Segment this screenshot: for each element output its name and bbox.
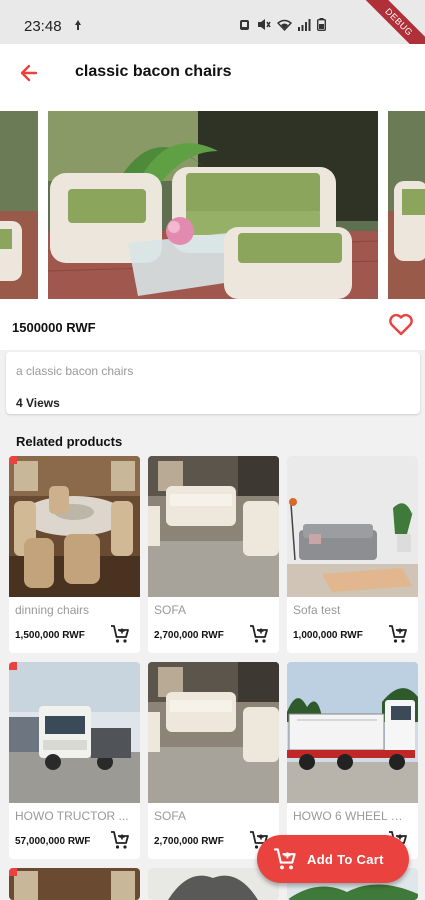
product-card-price: 1,000,000 RWF (293, 630, 363, 641)
status-bar: 23:48 (0, 0, 425, 44)
status-icons (238, 18, 326, 31)
product-card[interactable]: HOWO TRUCTOR ... 57,000,000 RWF (9, 662, 140, 859)
product-card[interactable] (148, 868, 279, 900)
product-card-price: 57,000,000 RWF (15, 836, 91, 847)
description-card: a classic bacon chairs 4 Views (6, 352, 420, 414)
product-card-price: 2,700,000 RWF (154, 836, 224, 847)
product-image (287, 456, 418, 597)
product-image (148, 456, 279, 597)
product-card[interactable]: Sofa test 1,000,000 RWF (287, 456, 418, 653)
product-image (9, 662, 140, 803)
product-card[interactable]: SOFA 2,700,000 RWF (148, 456, 279, 653)
product-card-price: 1,500,000 RWF (15, 630, 85, 641)
alarm-icon (240, 20, 249, 30)
product-name: HOWO TRUCTOR ... (15, 809, 129, 823)
product-name: HOWO 6 WHEEL 5 ... (293, 809, 408, 823)
product-image (287, 662, 418, 803)
add-to-cart-icon[interactable] (110, 624, 130, 644)
product-name: SOFA (154, 603, 187, 617)
product-card-price: 2,700,000 RWF (154, 630, 224, 641)
product-card[interactable] (9, 868, 140, 900)
heart-icon[interactable] (386, 309, 416, 339)
page-title: classic bacon chairs (75, 63, 232, 80)
product-image (9, 868, 140, 900)
add-to-cart-label: Add To Cart (307, 852, 384, 867)
product-description: a classic bacon chairs (16, 364, 134, 378)
signal-icon (298, 18, 311, 31)
status-time: 23:48 (24, 18, 62, 35)
add-to-cart-button[interactable]: Add To Cart (257, 835, 409, 883)
price-row: 1500000 RWF (0, 304, 425, 350)
product-card[interactable]: SOFA 2,700,000 RWF (148, 662, 279, 859)
back-arrow-icon[interactable] (14, 58, 44, 88)
add-to-cart-icon[interactable] (388, 624, 408, 644)
wifi-icon (277, 19, 292, 31)
carousel-image-next[interactable] (388, 111, 425, 299)
product-image-carousel[interactable] (0, 102, 425, 304)
app-bar: classic bacon chairs (0, 44, 425, 102)
carousel-image-main[interactable] (48, 111, 378, 299)
product-name: Sofa test (293, 603, 341, 617)
product-price: 1500000 RWF (12, 320, 96, 335)
add-to-cart-icon[interactable] (249, 624, 269, 644)
product-image (148, 868, 279, 900)
product-name: dinning chairs (15, 603, 90, 617)
mute-icon (258, 19, 271, 30)
battery-icon (317, 18, 326, 31)
product-card[interactable]: dinning chairs 1,500,000 RWF (9, 456, 140, 653)
notification-icon (75, 20, 81, 30)
related-products-heading: Related products (16, 434, 123, 449)
view-count: 4 Views (16, 396, 60, 410)
add-to-cart-icon[interactable] (110, 830, 130, 850)
carousel-image-previous[interactable] (0, 111, 38, 299)
product-image (9, 456, 140, 597)
product-card[interactable]: HOWO 6 WHEEL 5 ... (287, 662, 418, 859)
product-name: SOFA (154, 809, 187, 823)
product-image (148, 662, 279, 803)
add-to-cart-icon (274, 848, 296, 870)
